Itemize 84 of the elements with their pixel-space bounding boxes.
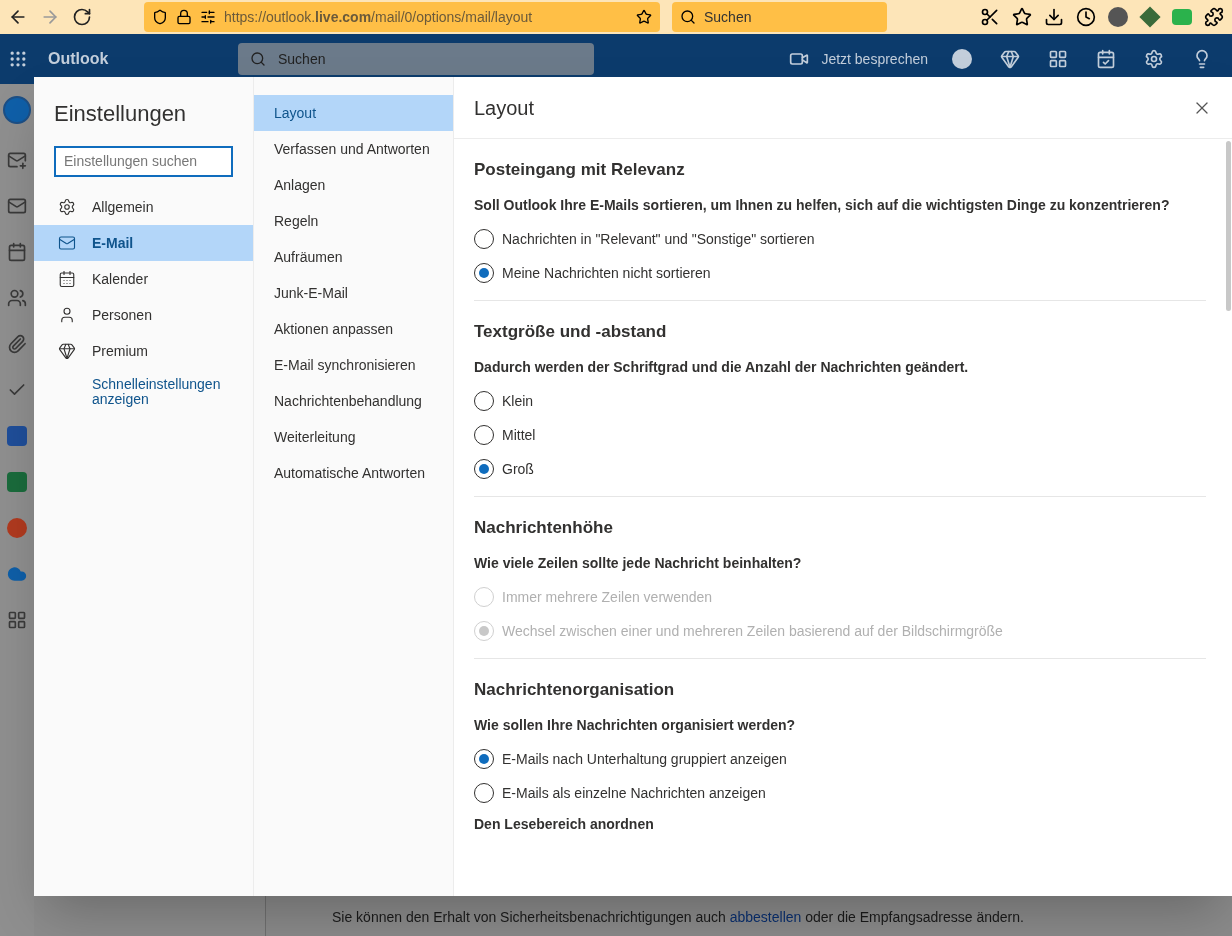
new-mail-icon[interactable]: [7, 150, 27, 170]
shield-icon: [152, 9, 168, 25]
search-icon: [680, 9, 696, 25]
option-label: Nachrichten in "Relevant" und "Sonstige" sortieren: [502, 229, 815, 249]
option-label: Groß: [502, 459, 534, 479]
option-label: Klein: [502, 391, 534, 411]
reload-icon[interactable]: [72, 7, 92, 27]
category-item[interactable]: E-Mail: [34, 225, 253, 261]
settings-icon[interactable]: [1144, 49, 1164, 69]
subnav-item[interactable]: Automatische Antworten: [254, 455, 453, 491]
subnav-item[interactable]: Aktionen anpassen: [254, 311, 453, 347]
option-label: Immer mehrere Zeilen verwenden: [502, 587, 713, 607]
header-search-field[interactable]: Suchen: [238, 43, 594, 75]
search-icon: [250, 51, 266, 67]
gear-icon: [58, 198, 76, 216]
url-text: https://outlook.live.com/mail/0/options/mail/layout: [224, 7, 534, 27]
paperclip-icon[interactable]: [7, 334, 27, 354]
radio-button[interactable]: [474, 263, 494, 283]
radio-button[interactable]: [474, 459, 494, 479]
section-title: Nachrichtenhöhe: [474, 517, 614, 539]
option-label: Mittel: [502, 425, 536, 445]
bookmarks-icon[interactable]: [1012, 7, 1032, 27]
radio-button[interactable]: [474, 391, 494, 411]
section-title: Textgröße und -abstand: [474, 321, 668, 343]
section-question: Wie sollen Ihre Nachrichten organisiert werden?: [474, 716, 797, 735]
settings-title: Einstellungen: [53, 100, 188, 128]
option-label: Wechsel zwischen einer und mehreren Zeilen basierend auf der Bildschirmgröße: [502, 621, 1003, 641]
radio-button[interactable]: [474, 783, 494, 803]
office-icon[interactable]: [1048, 49, 1068, 69]
calendar-icon[interactable]: [7, 242, 27, 262]
search-placeholder: Suchen: [704, 7, 752, 27]
category-item[interactable]: Kalender: [34, 261, 253, 297]
people-icon: [58, 306, 76, 324]
calendar-check-icon[interactable]: [1096, 49, 1116, 69]
subnav-item[interactable]: Layout: [254, 95, 453, 131]
scrollbar-thumb[interactable]: [1226, 141, 1231, 311]
calendar-icon: [58, 270, 76, 288]
option-label: E-Mails nach Unterhaltung gruppiert anzeigen: [502, 749, 787, 769]
clock-icon[interactable]: [1076, 7, 1096, 27]
section-question: Dadurch werden der Schriftgrad und die Anzahl der Nachrichten geändert.: [474, 358, 970, 377]
radio-button[interactable]: [474, 749, 494, 769]
radio-button[interactable]: [474, 425, 494, 445]
subnav-item[interactable]: Weiterleitung: [254, 419, 453, 455]
app-launcher-icon[interactable]: [8, 49, 28, 69]
category-item[interactable]: Premium: [34, 333, 253, 369]
subnav-item[interactable]: Aufräumen: [254, 239, 453, 275]
extensions-icon[interactable]: [1204, 7, 1224, 27]
address-bar[interactable]: https://outlook.live.com/mail/0/options/mail/layout: [144, 2, 660, 32]
category-item[interactable]: Allgemein: [34, 189, 253, 225]
apps-icon[interactable]: [7, 610, 27, 630]
panel-title: Layout: [474, 95, 535, 121]
download-icon[interactable]: [1044, 7, 1064, 27]
subsection-title: Den Lesebereich anordnen: [474, 815, 655, 834]
subnav-item[interactable]: E-Mail synchronisieren: [254, 347, 453, 383]
option-label: Meine Nachrichten nicht sortieren: [502, 263, 711, 283]
scissors-icon[interactable]: [980, 7, 1000, 27]
browser-search-field[interactable]: Suchen: [672, 2, 887, 32]
subnav-item[interactable]: Verfassen und Antworten: [254, 131, 453, 167]
section-question: Soll Outlook Ihre E-Mails sortieren, um Ihnen zu helfen, sich auf die wichtigsten Dinge zu konzentrieren?: [474, 196, 1171, 215]
subnav-item[interactable]: Junk-E-Mail: [254, 275, 453, 311]
subnav-item[interactable]: Anlagen: [254, 167, 453, 203]
search-placeholder: Einstellungen suchen: [64, 152, 198, 171]
meet-now-link[interactable]: Jetzt besprechen: [821, 48, 928, 70]
diamond-icon[interactable]: [1000, 49, 1020, 69]
section-title: Nachrichtenorganisation: [474, 679, 676, 701]
search-placeholder: Suchen: [278, 49, 326, 69]
category-item[interactable]: Personen: [34, 297, 253, 333]
star-icon[interactable]: [636, 9, 652, 25]
brand-name: Outlook: [48, 49, 110, 69]
quick-settings-link[interactable]: Schnelleinstellungen anzeigen: [92, 377, 237, 407]
radio-button[interactable]: [474, 229, 494, 249]
mail-icon[interactable]: [7, 196, 27, 216]
permissions-icon: [200, 9, 216, 25]
subnav-item[interactable]: Nachrichtenbehandlung: [254, 383, 453, 419]
lock-icon: [176, 9, 192, 25]
settings-search-field[interactable]: Einstellungen suchen: [54, 146, 233, 177]
notice-text: Sie können den Erhalt von Sicherheitsbenachrichtigungen auch abbestellen oder die Empfangsadresse ändern.: [332, 908, 1025, 927]
subnav-item[interactable]: Regeln: [254, 203, 453, 239]
section-title: Posteingang mit Relevanz: [474, 159, 686, 181]
option-label: E-Mails als einzelne Nachrichten anzeigen: [502, 783, 766, 803]
envelope-icon: [58, 234, 76, 252]
section-question: Wie viele Zeilen sollte jede Nachricht beinhalten?: [474, 554, 803, 573]
people-icon[interactable]: [7, 288, 27, 308]
diamond-icon: [58, 342, 76, 360]
